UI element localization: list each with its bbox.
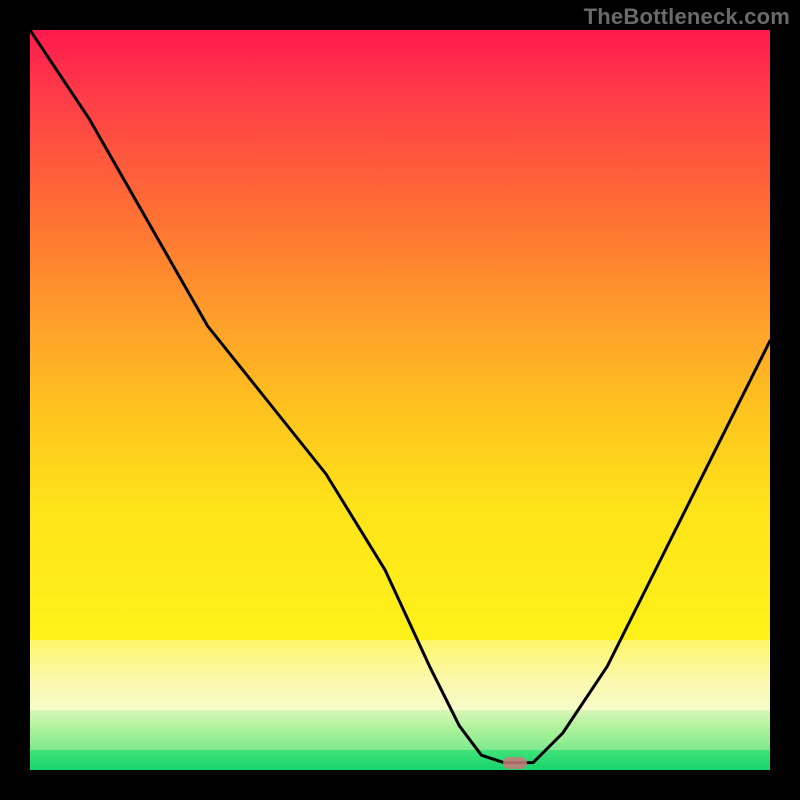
optimal-point-marker: [503, 757, 527, 769]
watermark-text: TheBottleneck.com: [584, 4, 790, 30]
plot-area: [30, 30, 770, 770]
curve-svg: [30, 30, 770, 770]
bottleneck-curve-path: [30, 30, 770, 763]
chart-frame: TheBottleneck.com: [0, 0, 800, 800]
